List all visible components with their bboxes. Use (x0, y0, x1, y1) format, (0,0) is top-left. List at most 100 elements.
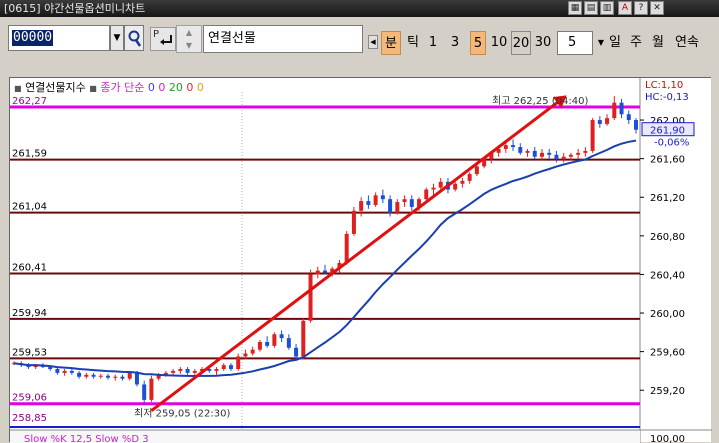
current-price-label: 261,90 (650, 126, 685, 137)
candle-body (619, 102, 624, 115)
candle-body (214, 369, 219, 371)
candle-body (62, 370, 67, 373)
hc-label: HC:-0,13 (645, 92, 689, 103)
period-minute-button[interactable]: 분 (381, 31, 401, 55)
candle-body (402, 199, 407, 203)
close-button[interactable]: ✕ (650, 1, 664, 15)
count-input[interactable]: 5 (557, 31, 593, 55)
stepper-down-icon[interactable]: ▼ (177, 39, 201, 52)
legend-ma-value: 0 (147, 81, 155, 94)
chart-panel[interactable]: 262,27 261,59 261,04 260,41 259,94 259,53 259,… (9, 77, 712, 443)
window-title: [0615] 야간선물옵션미니차트 (4, 2, 146, 15)
candle-body (243, 353, 248, 357)
period-tick-button[interactable]: 틱 (403, 31, 423, 55)
legend-ma-label: 종가 단순 (100, 81, 145, 94)
candle-body (388, 199, 393, 213)
candle-body (373, 195, 378, 205)
font-button[interactable]: A (618, 1, 632, 15)
candle-body (539, 152, 544, 157)
scroll-left-icon[interactable]: ◀ (368, 35, 378, 49)
unit-week-button[interactable]: 주 (630, 31, 642, 55)
candle-body (366, 201, 371, 205)
candle-body (192, 370, 197, 373)
candle-body (453, 183, 458, 190)
candle-body (547, 152, 552, 155)
legend-ma-value: 20 (165, 81, 183, 94)
candle-body (142, 384, 147, 400)
high-annotation: 최고 262,25 (04:40) (492, 95, 588, 107)
candle-body (127, 372, 132, 379)
unit-continuous-button[interactable]: 연속 (675, 31, 699, 55)
candle-body (612, 102, 617, 119)
legend-ma-value: 0 (182, 81, 194, 94)
candle-body (525, 150, 530, 153)
top-left-value: 262,27 (12, 96, 47, 107)
level-label: 258,85 (12, 413, 47, 424)
position-button[interactable]: P (150, 27, 176, 51)
unit-month-button[interactable]: 월 (652, 31, 664, 55)
candle-body (626, 114, 631, 121)
candle-body (460, 180, 465, 184)
period-10-button[interactable]: 10 (489, 31, 509, 55)
low-annotation: 최저 259,05 (22:30) (134, 408, 230, 420)
toolbar: 00000 ▼ P ▲ ▼ 연결선물 ◀ 분 틱 1 3 5 10 20 30 … (0, 17, 719, 69)
legend-ma-values: 0 0 20 0 0 (148, 81, 204, 94)
search-icon (128, 30, 142, 47)
code-input[interactable]: 00000 (8, 25, 110, 51)
candle-body (634, 120, 638, 130)
candle-body (84, 374, 89, 377)
stepper-up-icon[interactable]: ▲ (177, 26, 201, 39)
candle-body (286, 338, 291, 348)
candle-body (532, 150, 537, 157)
candle-body (315, 270, 320, 275)
price-chart[interactable]: 262,27 261,59 261,04 260,41 259,94 259,53 259,… (10, 78, 712, 443)
period-1-button[interactable]: 1 (426, 31, 440, 55)
right-tick-label: 259,20 (650, 386, 685, 397)
grid-layout-button[interactable]: ▦ (568, 1, 582, 15)
candle-body (69, 370, 74, 373)
candle-body (134, 372, 139, 385)
level-label: 261,04 (12, 202, 47, 213)
candle-body (395, 202, 400, 213)
candle-body (518, 147, 523, 153)
period-5-button[interactable]: 5 (470, 31, 486, 55)
candle-body (120, 376, 125, 379)
search-button[interactable] (124, 25, 144, 51)
candle-body (431, 187, 436, 190)
candle-body (236, 356, 241, 369)
period-20-button[interactable]: 20 (511, 31, 531, 55)
candle-body (424, 189, 429, 200)
chart-legend: ■ 연결선물지수 ■ 종가 단순 0 0 20 0 0 (14, 79, 204, 95)
list-layout-button[interactable]: ▤ (584, 1, 598, 15)
trend-arrow-line (150, 101, 558, 412)
candle-body (344, 233, 349, 263)
candle-body (474, 166, 479, 175)
current-change-label: -0,06% (654, 138, 689, 149)
count-dropdown-icon[interactable]: ▼ (596, 31, 606, 55)
period-30-button[interactable]: 30 (533, 31, 553, 55)
candle-body (48, 367, 53, 369)
code-dropdown-button[interactable]: ▼ (110, 25, 124, 51)
candle-body (503, 145, 508, 149)
product-name-field[interactable]: 연결선물 (203, 25, 363, 53)
legend-square-icon: ■ (14, 84, 22, 93)
candle-body (77, 372, 82, 377)
legend-title: 연결선물지수 (25, 81, 86, 94)
candle-body (294, 347, 299, 357)
legend-square-icon: ■ (89, 84, 97, 93)
candle-body (605, 118, 610, 124)
level-label: 259,53 (12, 347, 47, 358)
candle-body (409, 199, 414, 207)
stepper[interactable]: ▲ ▼ (176, 25, 202, 53)
candle-body (149, 378, 154, 400)
candle-body (380, 195, 385, 200)
unit-day-button[interactable]: 일 (609, 31, 621, 55)
help-button[interactable]: ? (634, 1, 648, 15)
table-layout-button[interactable]: ▥ (600, 1, 614, 15)
candle-body (323, 270, 327, 273)
candle-body (554, 154, 559, 159)
right-tick-label: 259,60 (650, 348, 685, 359)
period-3-button[interactable]: 3 (448, 31, 462, 55)
candle-body (467, 174, 472, 181)
candle-body (257, 341, 262, 350)
